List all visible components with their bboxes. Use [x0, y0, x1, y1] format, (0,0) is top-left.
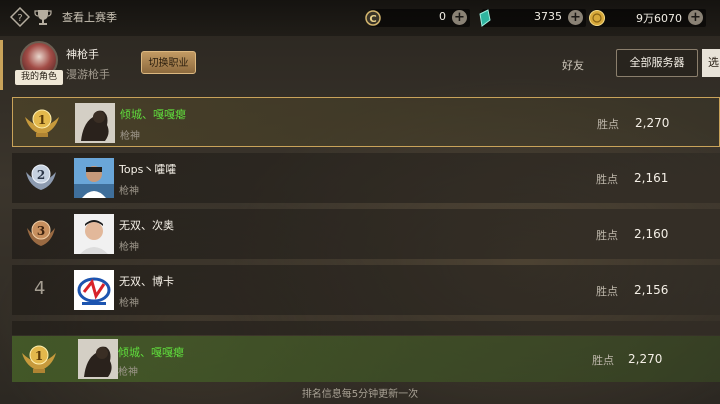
player-name: 倾城、嘎嘎瘪 [120, 108, 186, 121]
add-currency-button[interactable]: + [452, 10, 467, 25]
trophy-icon[interactable] [33, 7, 53, 27]
selected-indicator [0, 40, 3, 90]
svg-text:3: 3 [37, 224, 45, 238]
points-label: 胜点 [597, 118, 619, 131]
player-avatar [74, 270, 114, 310]
rank-1-medal-icon: 1 [22, 345, 56, 373]
tab-all-servers[interactable]: 全部服务器 [616, 49, 698, 77]
gold-coin-icon [589, 10, 605, 26]
points-value: 2,156 [634, 283, 669, 297]
svg-text:1: 1 [35, 349, 43, 363]
points-value: 2,270 [628, 352, 663, 366]
my-role-badge: 我的角色 [15, 70, 63, 85]
add-gold-button[interactable]: + [688, 10, 703, 25]
my-character-name: 神枪手 [66, 48, 99, 61]
player-name: 无双、次奥 [119, 219, 174, 232]
player-avatar [78, 339, 118, 379]
tab-friends[interactable]: 好友 [562, 57, 584, 73]
rank-3-medal-icon: 3 [27, 220, 55, 246]
rank-1-medal-icon: 1 [25, 109, 59, 137]
table-row[interactable]: 2 Tops丶嚯嚯 枪神 胜点 2,161 [12, 153, 720, 203]
player-job: 枪神 [118, 367, 138, 378]
currency-gem: 3735 + [479, 9, 586, 27]
update-notice: 排名信息每5分钟更新一次 [301, 389, 419, 400]
player-name: Tops丶嚯嚯 [119, 163, 177, 176]
points-value: 2,270 [635, 116, 670, 130]
help-icon[interactable]: ? [10, 7, 30, 27]
currency-amount: 3735 [534, 10, 562, 23]
player-job: 枪神 [119, 186, 139, 197]
rank-2-medal-icon: 2 [26, 164, 56, 190]
tab-select[interactable]: 选 [702, 49, 720, 77]
points-label: 胜点 [592, 354, 614, 367]
c-coin-icon: C [365, 10, 381, 26]
player-job: 枪神 [119, 242, 139, 253]
view-last-season-link[interactable]: 查看上赛季 [62, 9, 117, 25]
player-avatar [75, 103, 115, 143]
table-row[interactable]: 1 倾城、嘎嘎瘪 枪神 胜点 2,270 [12, 97, 720, 147]
player-name: 倾城、嘎嘎瘪 [118, 346, 184, 359]
points-label: 胜点 [596, 285, 618, 298]
table-row[interactable]: 4 无双、博卡 枪神 胜点 2,156 [12, 265, 720, 315]
add-gem-button[interactable]: + [568, 10, 583, 25]
currency-amount: 0 [439, 10, 446, 23]
svg-text:?: ? [17, 13, 22, 24]
rank-number: 4 [34, 278, 46, 299]
gem-icon [479, 9, 491, 27]
currency-c-coin: C 0 + [365, 9, 470, 27]
switch-class-button[interactable]: 切换职业 [141, 51, 196, 74]
top-bar: ? 查看上赛季 C 0 + 3735 + 9万6070 + [0, 0, 720, 36]
svg-text:C: C [369, 14, 376, 25]
player-name: 无双、博卡 [119, 275, 174, 288]
currency-amount: 9万6070 [636, 12, 682, 25]
currency-gold: 9万6070 + [589, 9, 706, 27]
player-avatar [74, 158, 114, 198]
table-row[interactable]: 3 无双、次奥 枪神 胜点 2,160 [12, 209, 720, 259]
svg-text:1: 1 [38, 113, 46, 127]
svg-text:2: 2 [37, 168, 45, 182]
points-value: 2,161 [634, 171, 669, 185]
player-avatar [74, 214, 114, 254]
my-rank-row[interactable]: 1 倾城、嘎嘎瘪 枪神 胜点 2,270 [12, 336, 720, 382]
points-label: 胜点 [596, 229, 618, 242]
player-job: 枪神 [120, 131, 140, 142]
points-label: 胜点 [596, 173, 618, 186]
my-character-class: 漫游枪手 [66, 68, 110, 81]
table-row-partial [12, 321, 720, 335]
player-job: 枪神 [119, 298, 139, 309]
points-value: 2,160 [634, 227, 669, 241]
